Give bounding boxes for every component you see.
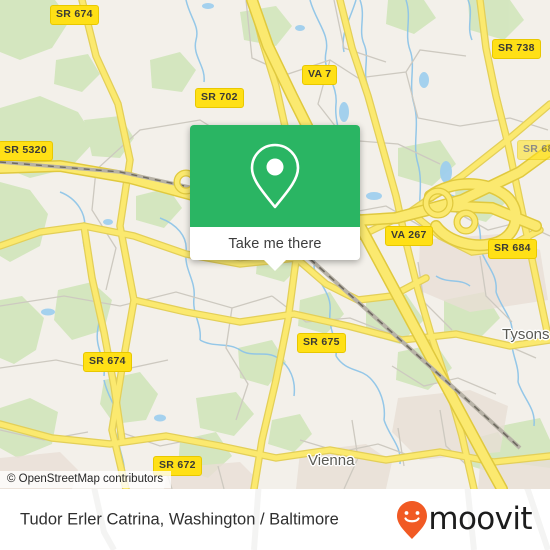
- road-shield: SR 684: [488, 239, 537, 259]
- map-pin-icon: [250, 143, 300, 209]
- road-shield: SR 675: [297, 333, 346, 353]
- moovit-pin-smiley-icon: [397, 500, 428, 539]
- popup-pointer-tail: [264, 260, 286, 271]
- location-popup-card[interactable]: Take me there: [190, 125, 360, 271]
- road-shield: SR 68: [517, 140, 550, 160]
- footer-bar: Tudor Erler Catrina, Washington / Baltim…: [0, 489, 550, 550]
- road-shield: SR 674: [83, 352, 132, 372]
- road-shield: SR 738: [492, 39, 541, 59]
- footer-title: Tudor Erler Catrina, Washington / Baltim…: [20, 510, 339, 528]
- map-attribution[interactable]: © OpenStreetMap contributors: [0, 471, 172, 488]
- road-shield: SR 674: [50, 5, 99, 25]
- take-me-there-label: Take me there: [228, 235, 322, 252]
- place-label-vienna: Vienna: [308, 452, 355, 469]
- popup-footer[interactable]: Take me there: [190, 227, 360, 271]
- road-shield: VA 7: [302, 65, 338, 85]
- map-canvas[interactable]: SR 674 SR 738 VA 7 SR 702 SR 5320 SR 68 …: [0, 0, 550, 489]
- moovit-wordmark: moovit: [428, 501, 532, 537]
- moovit-logo[interactable]: moovit: [396, 500, 533, 540]
- road-shield: SR 5320: [0, 141, 53, 161]
- screenshot-root: SR 674 SR 738 VA 7 SR 702 SR 5320 SR 68 …: [0, 0, 550, 550]
- place-label-tysons: Tysons: [502, 326, 550, 343]
- road-shield: SR 702: [195, 88, 244, 108]
- road-shield: VA 267: [385, 226, 433, 246]
- popup-header: [190, 125, 360, 227]
